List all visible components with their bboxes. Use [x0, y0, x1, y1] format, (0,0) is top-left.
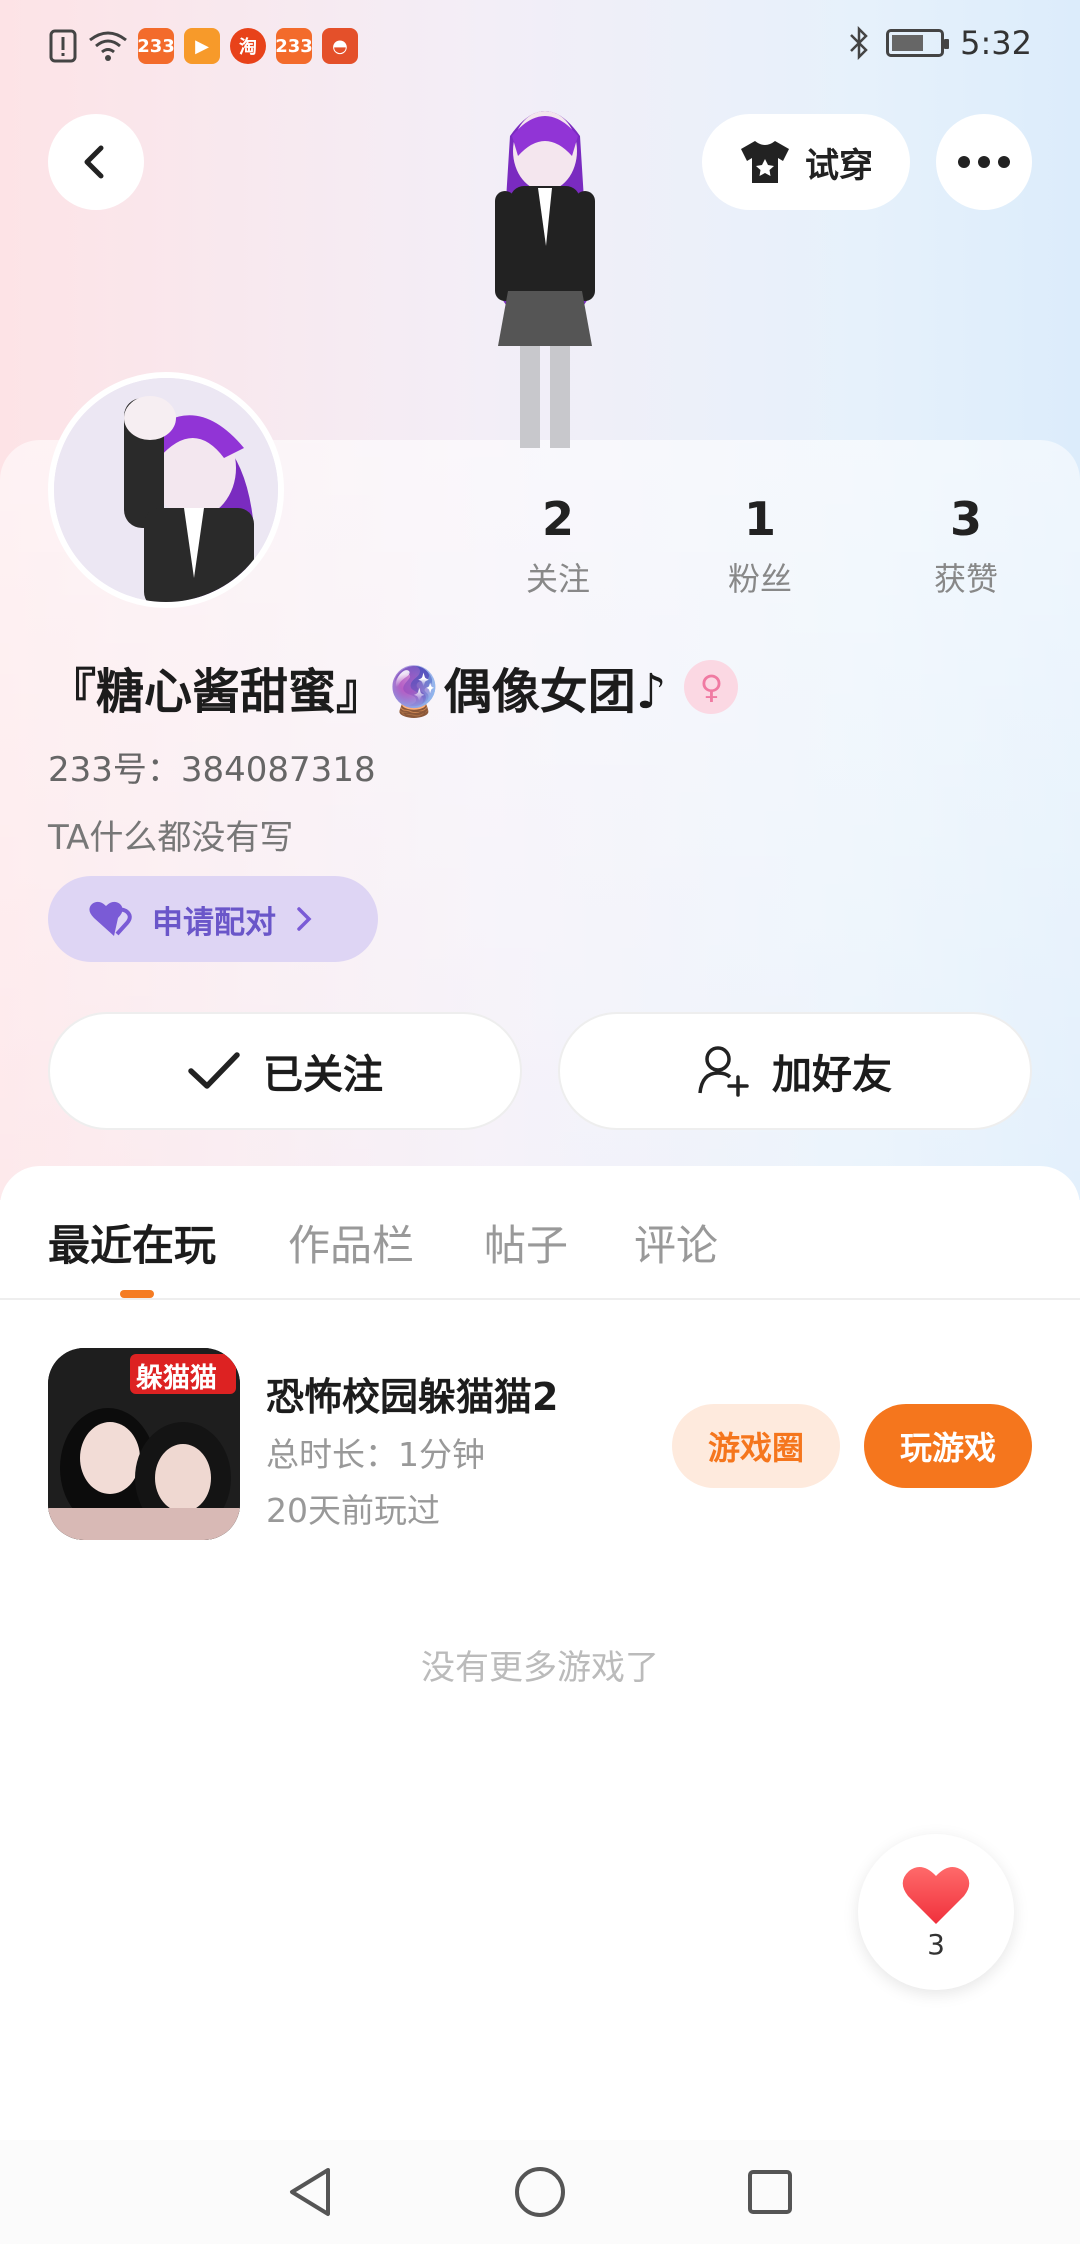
game-circle-button[interactable]: 游戏圈 — [672, 1404, 840, 1488]
play-game-button[interactable]: 玩游戏 — [864, 1404, 1032, 1488]
back-button[interactable] — [48, 114, 144, 210]
likes-count: 3 — [949, 492, 982, 546]
triangle-back-icon — [290, 2168, 330, 2216]
status-bar: 233 ▶ 淘 233 ◓ 5:32 — [0, 0, 1080, 96]
hearts-icon — [89, 901, 132, 936]
profile-tabs: 最近在玩 作品栏 帖子 评论 — [0, 1166, 1080, 1300]
app-icon-233-2: 233 — [275, 28, 313, 64]
notification-icons: 233 ▶ 淘 233 ◓ — [48, 28, 358, 64]
followed-label: 已关注 — [263, 1052, 383, 1098]
wifi-icon — [89, 31, 127, 61]
user-bio: TA什么都没有写 — [48, 818, 294, 858]
try-on-label: 试穿 — [805, 145, 873, 186]
female-gender-icon: ♀ — [684, 660, 739, 714]
active-tab-indicator — [120, 1290, 154, 1298]
avatar-character-figure — [440, 96, 650, 448]
app-icon-video: ▶ — [184, 28, 220, 64]
avatar[interactable] — [48, 372, 284, 608]
app-icon-taobao: 淘 — [230, 28, 266, 64]
system-status: 5:32 — [848, 24, 1032, 62]
like-button[interactable]: 3 — [858, 1834, 1014, 1990]
shirt-icon — [741, 141, 789, 183]
add-user-icon — [698, 1046, 749, 1097]
square-recents-icon — [748, 2170, 792, 2214]
chevron-right-icon — [297, 907, 312, 931]
content-panel — [0, 1166, 1080, 2244]
game-icon[interactable]: 躲猫猫 — [48, 1348, 240, 1540]
nav-recents-button[interactable] — [740, 2162, 800, 2222]
add-friend-label: 加好友 — [772, 1052, 892, 1098]
no-more-games-text: 没有更多游戏了 — [421, 1648, 659, 1688]
bluetooth-icon — [850, 26, 868, 60]
stat-likes[interactable]: 3 获赞 — [896, 490, 1036, 600]
check-icon — [188, 1052, 240, 1089]
nav-back-button[interactable] — [280, 2162, 340, 2222]
request-pair-button[interactable]: 申请配对 — [48, 876, 378, 962]
try-on-button[interactable]: 试穿 — [702, 114, 910, 210]
following-count: 2 — [541, 492, 574, 546]
system-navigation-bar — [0, 2140, 1080, 2244]
user-id[interactable]: 233号：384087318 — [48, 742, 376, 791]
tab-comments[interactable]: 评论 — [634, 1212, 718, 1273]
like-count: 3 — [927, 1927, 945, 1961]
app-icon-car: ◓ — [322, 28, 358, 64]
clock: 5:32 — [960, 24, 1032, 62]
game-icon-text: 躲猫猫 — [136, 1363, 217, 1394]
followed-button[interactable]: 已关注 — [48, 1012, 522, 1130]
battery-icon — [886, 29, 950, 57]
more-icon — [958, 156, 1010, 168]
followers-count: 1 — [743, 492, 776, 546]
nickname-text: 『糖心酱甜蜜』🔮偶像女团♪ — [48, 664, 667, 720]
more-button[interactable] — [936, 114, 1032, 210]
stat-following[interactable]: 2 关注 — [488, 490, 628, 600]
tab-works[interactable]: 作品栏 — [288, 1212, 414, 1273]
game-list-item[interactable]: 躲猫猫 恐怖校园躲猫猫2 总时长：1分钟 20天前玩过 游戏圈 玩游戏 — [48, 1348, 1032, 1542]
game-duration: 总时长：1分钟 — [266, 1435, 485, 1474]
likes-label: 获赞 — [933, 560, 998, 598]
followers-label: 粉丝 — [727, 560, 792, 598]
nickname: 『糖心酱甜蜜』🔮偶像女团♪ ♀ — [48, 652, 739, 722]
tab-posts[interactable]: 帖子 — [484, 1212, 568, 1273]
nav-home-button[interactable] — [510, 2162, 570, 2222]
tab-recently-played[interactable]: 最近在玩 — [48, 1212, 216, 1273]
stat-followers[interactable]: 1 粉丝 — [690, 490, 830, 600]
add-friend-button[interactable]: 加好友 — [558, 1012, 1032, 1130]
app-icon-233: 233 — [137, 28, 175, 64]
request-pair-label: 申请配对 — [152, 904, 276, 941]
game-title: 恐怖校园躲猫猫2 — [266, 1375, 559, 1419]
circle-home-icon — [515, 2167, 565, 2217]
game-last-played: 20天前玩过 — [266, 1491, 440, 1530]
heart-icon — [902, 1866, 970, 1924]
chevron-left-icon — [84, 145, 104, 179]
following-label: 关注 — [525, 560, 590, 598]
alert-icon — [49, 29, 77, 63]
